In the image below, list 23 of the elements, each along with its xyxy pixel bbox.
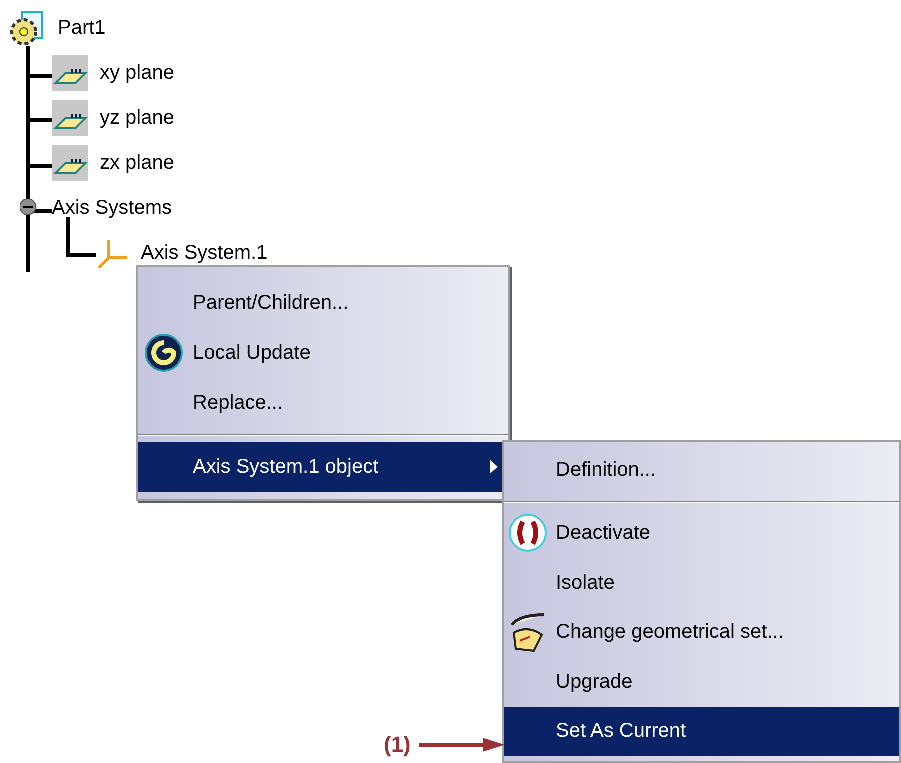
menu-item[interactable]: Set As Current — [504, 706, 899, 756]
tree-node-label[interactable]: Part1 — [58, 12, 106, 42]
collapse-icon[interactable] — [20, 199, 36, 215]
parentheses-icon — [508, 513, 548, 554]
menu-item[interactable]: Upgrade — [504, 657, 899, 706]
tree-node-label[interactable]: Axis Systems — [52, 192, 172, 222]
menu-item[interactable]: Change geometrical set... — [504, 608, 899, 657]
swirl-icon — [144, 333, 184, 373]
tree-branch-line — [66, 217, 96, 257]
callout-label: (1) — [384, 731, 411, 759]
tree-node-label[interactable]: yz plane — [100, 102, 174, 132]
gear-icon — [8, 10, 46, 46]
menu-item[interactable]: Parent/Children... — [138, 278, 508, 328]
menu-item[interactable]: Local Update — [138, 328, 508, 378]
tree-node-label[interactable]: xy plane — [100, 58, 174, 88]
plane-icon — [52, 54, 88, 90]
tree-node-label[interactable]: zx plane — [100, 148, 174, 178]
tree-node-label[interactable]: Axis System.1 — [141, 238, 268, 268]
plane-icon — [52, 100, 88, 136]
menu-item[interactable]: Isolate — [504, 558, 899, 608]
plane-icon — [52, 144, 88, 180]
menu-item[interactable]: Replace... — [138, 378, 508, 428]
menu-item[interactable]: Deactivate — [504, 508, 899, 558]
